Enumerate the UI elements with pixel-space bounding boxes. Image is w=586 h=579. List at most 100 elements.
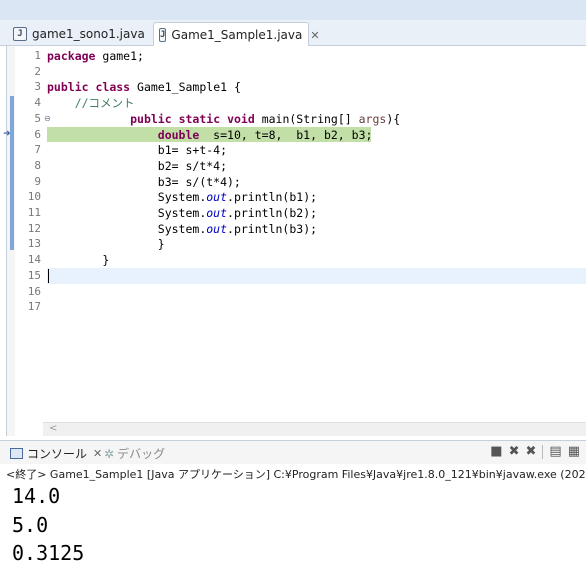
code-token: b2= s/t*4;	[47, 158, 228, 173]
debug-tab-label: デバッグ	[117, 447, 166, 461]
code-token: package	[47, 49, 96, 63]
code-token: System.	[47, 190, 207, 205]
line-number: 2	[34, 64, 41, 78]
line-number: 6	[34, 127, 41, 141]
line-number: 16	[27, 284, 41, 298]
terminate-icon[interactable]: ■	[490, 444, 502, 459]
console-status-line: <終了> Game1_Sample1 [Java アプリケーション] C:¥Pr…	[6, 468, 586, 481]
line-number: 11	[27, 206, 41, 219]
scroll-lock-icon[interactable]: ▦	[568, 444, 580, 459]
code-line: b3= s/(t*4);	[47, 174, 586, 190]
editor-tab-bar: J game1_sono1.java J Game1_Sample1.java …	[0, 20, 586, 47]
code-token: public	[130, 111, 172, 126]
line-number: 3	[34, 80, 41, 94]
java-file-icon: J	[159, 28, 167, 42]
console-tab-label: コンソール	[27, 447, 88, 461]
code-token: }	[47, 253, 110, 268]
code-token: .println(b2);	[227, 206, 318, 220]
code-line: System.out.println(b3);	[47, 221, 586, 237]
code-token: out	[206, 190, 228, 205]
line-number: 8	[34, 158, 41, 172]
code-line: double s=10, t=8, b1, b2, b3;	[47, 127, 586, 143]
code-token: game1;	[95, 49, 144, 63]
line-number: 5	[34, 111, 41, 125]
code-token: main(String[]	[254, 111, 359, 126]
code-token: System.	[47, 206, 207, 220]
close-icon[interactable]: ✕	[310, 29, 319, 42]
code-token: class	[95, 80, 131, 95]
line-number: 4	[34, 96, 41, 110]
tab-label: game1_sono1.java	[32, 27, 145, 41]
code-token: static	[178, 111, 221, 126]
code-token: Game1_Sample1 {	[130, 80, 241, 95]
code-line: b2= s/t*4;	[47, 158, 586, 174]
tab-game1-sono1[interactable]: J game1_sono1.java	[8, 22, 148, 46]
scroll-left-icon[interactable]: <	[49, 423, 57, 434]
bug-icon: ✲	[104, 446, 115, 461]
code-token: s=10, t=8, b1, b2, b3;	[199, 127, 373, 142]
line-number: 17	[27, 300, 41, 314]
tab-debug[interactable]: ✲ デバッグ	[104, 445, 165, 462]
console-tab-bar: コンソール ✕ ✲ デバッグ ■ ✖ ✖ ▤ ▦	[0, 440, 586, 464]
code-token: //コメント	[47, 96, 135, 111]
console-icon	[10, 448, 23, 459]
code-token: .println(b1);	[227, 190, 318, 205]
code-line: package game1;	[47, 48, 586, 64]
line-number: 14	[27, 253, 41, 267]
horizontal-scrollbar[interactable]: <	[43, 422, 586, 436]
console-output-line: 14.0	[12, 484, 61, 508]
code-editor[interactable]: ➜ 1 2 3 4 5 6 7 8 9 10 11 12 13 14 15 16 17 ⊖ package gam…	[3, 46, 586, 436]
current-line-arrow-icon: ➜	[3, 129, 11, 139]
code-line: b1= s+t-4;	[47, 142, 586, 158]
line-number: 13	[27, 237, 41, 251]
line-number: 9	[34, 174, 41, 188]
code-line: }	[47, 252, 586, 268]
window-top-strip	[0, 0, 586, 20]
code-line: System.out.println(b2);	[47, 205, 586, 221]
code-token: }	[47, 237, 165, 252]
console-output-line: 5.0	[12, 513, 49, 537]
line-number-gutter: 1 2 3 4 5 6 7 8 9 10 11 12 13 14 15 16 17 ⊖	[15, 46, 51, 422]
code-line: }	[47, 236, 586, 252]
code-token: .println(b3);	[227, 221, 318, 236]
tab-label: Game1_Sample1.java	[171, 28, 303, 42]
clear-console-icon[interactable]: ▤	[549, 444, 561, 459]
line-number: 7	[34, 143, 41, 157]
code-token: args	[358, 111, 387, 126]
code-line: //コメント	[47, 95, 586, 111]
code-token: void	[227, 111, 255, 126]
remove-launch-icon[interactable]: ✖	[509, 444, 520, 459]
code-area[interactable]: package game1; public class Game1_Sample1…	[47, 46, 586, 422]
change-marker-bar	[10, 96, 14, 250]
code-token: b3= s/(t*4);	[47, 174, 241, 189]
code-token: out	[206, 221, 228, 236]
code-line: public class Game1_Sample1 {	[47, 79, 586, 95]
code-token: double	[157, 127, 200, 142]
console-output-line: 0.3125	[12, 541, 85, 565]
line-number: 10	[27, 190, 41, 204]
code-token: System.	[47, 221, 207, 236]
code-token: public	[47, 80, 89, 95]
remove-all-launches-icon[interactable]: ✖	[526, 444, 537, 459]
toolbar-separator	[542, 444, 544, 459]
code-token: b1= s+t-4;	[47, 143, 228, 158]
line-number: 1	[34, 49, 41, 62]
code-line: public static void main(String[] args){	[47, 111, 586, 127]
code-token: out	[206, 206, 228, 220]
line-number: 12	[27, 221, 41, 235]
line-number: 15	[27, 268, 41, 282]
tab-game1-sample1[interactable]: J Game1_Sample1.java ✕	[153, 22, 320, 47]
java-file-icon: J	[13, 27, 27, 41]
console-toolbar: ■ ✖ ✖ ▤ ▦	[490, 444, 586, 459]
close-icon[interactable]: ✕	[93, 447, 102, 460]
code-line: System.out.println(b1);	[47, 189, 586, 205]
code-token: ){	[386, 111, 401, 126]
tab-console[interactable]: コンソール ✕	[10, 445, 102, 462]
